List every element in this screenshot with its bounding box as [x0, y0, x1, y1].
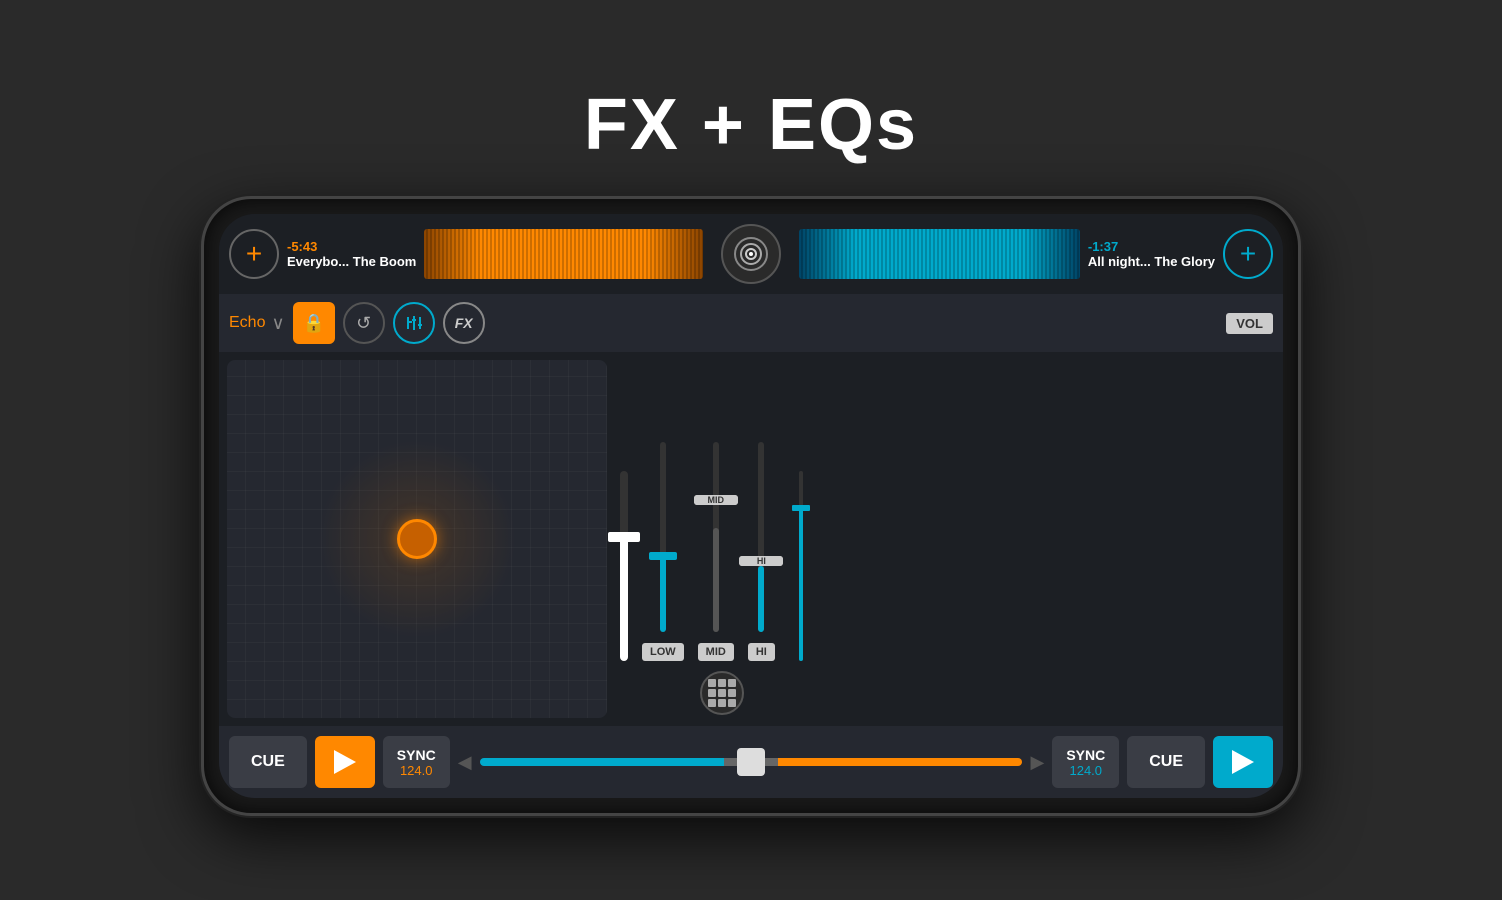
page-title: FX + EQs: [584, 84, 918, 166]
crossfader-handle[interactable]: [737, 748, 765, 776]
crossfader-main-fader[interactable]: [620, 471, 628, 661]
sync-left-bpm: 124.0: [400, 763, 433, 778]
cue-left-button[interactable]: CUE: [229, 736, 307, 788]
fx-name-label: Echo: [229, 314, 265, 332]
bottom-bar: CUE SYNC 124.0 ◀ ▶ SYNC 124.0 CUE: [219, 726, 1283, 798]
low-label: LOW: [642, 643, 684, 661]
main-fader-handle[interactable]: [608, 532, 640, 542]
deck-left-info: -5:43 Everybo... The Boom: [287, 239, 416, 269]
mid-label: MID: [698, 643, 734, 661]
fx-pad-dot[interactable]: [397, 519, 437, 559]
play-right-icon: [1232, 750, 1254, 774]
mid-fader-fill: [713, 528, 719, 633]
crossfader-arrow-left-icon: ◀: [458, 752, 472, 773]
add-right-icon: +: [1240, 238, 1256, 270]
deck-right-time: -1:37: [1088, 239, 1215, 254]
deck-right: -1:37 All night... The Glory: [791, 229, 1223, 279]
add-right-button[interactable]: +: [1223, 229, 1273, 279]
fx-pad[interactable]: [227, 360, 607, 718]
sync-right-button[interactable]: SYNC 124.0: [1052, 736, 1119, 788]
lock-button[interactable]: 🔒: [293, 302, 335, 344]
hi-fader-track: HI: [758, 442, 764, 632]
equalizer-button[interactable]: [393, 302, 435, 344]
faders-area: LOW MID MID HI HI: [620, 357, 1278, 671]
crossfader-arrow-right-icon: ▶: [1030, 752, 1044, 773]
main-fader-fill: [620, 538, 628, 662]
main-area: LOW MID MID HI HI: [219, 352, 1283, 726]
lock-icon: 🔒: [302, 313, 324, 334]
fx-button[interactable]: FX: [443, 302, 485, 344]
add-left-button[interactable]: +: [229, 229, 279, 279]
main-fader-track: [620, 471, 628, 661]
device-wrapper: + -5:43 Everybo... The Boom: [201, 196, 1301, 816]
fx-name-button[interactable]: Echo ∨: [229, 313, 285, 334]
sync-left-button[interactable]: SYNC 124.0: [383, 736, 450, 788]
crossfader-track[interactable]: [480, 758, 1023, 766]
top-bar: + -5:43 Everybo... The Boom: [219, 214, 1283, 294]
vol-fader-track: [799, 471, 803, 661]
waveform-left[interactable]: [424, 229, 703, 279]
low-fader-handle[interactable]: [649, 552, 677, 560]
deck-left-track: Everybo... The Boom: [287, 254, 416, 269]
fx-label: FX: [455, 315, 473, 331]
fx-dropdown-icon: ∨: [271, 313, 284, 334]
center-logo[interactable]: [721, 224, 781, 284]
mid-fader-handle[interactable]: MID: [694, 495, 738, 505]
low-fader-track: [660, 442, 666, 632]
device-screen: + -5:43 Everybo... The Boom: [219, 214, 1283, 798]
play-left-icon: [334, 750, 356, 774]
vol-fader-container[interactable]: [799, 471, 803, 661]
cue-right-button[interactable]: CUE: [1127, 736, 1205, 788]
low-fader-container[interactable]: LOW: [642, 442, 684, 661]
mid-fader-track: MID: [713, 442, 719, 632]
play-left-button[interactable]: [315, 736, 375, 788]
sync-right-label: SYNC: [1066, 747, 1105, 763]
logo-icon: [733, 236, 769, 272]
deck-right-track: All night... The Glory: [1088, 254, 1215, 269]
add-left-icon: +: [246, 238, 262, 270]
vol-label: VOL: [1226, 313, 1273, 334]
controls-bar: Echo ∨ 🔒 ↺ FX: [219, 294, 1283, 352]
waveform-right[interactable]: [799, 229, 1080, 279]
grid-icon: [708, 679, 736, 707]
equalizer-icon: [404, 313, 424, 333]
hi-label: HI: [748, 643, 775, 661]
vol-fader-handle[interactable]: [792, 505, 810, 511]
grid-btn-area: [700, 671, 1278, 726]
grid-button[interactable]: [700, 671, 744, 715]
mixer-panel: LOW MID MID HI HI: [615, 352, 1283, 726]
crossfader-container: ◀ ▶: [458, 752, 1045, 773]
reset-icon: ↺: [356, 313, 371, 334]
sync-left-label: SYNC: [397, 747, 436, 763]
deck-left-time: -5:43: [287, 239, 416, 254]
vol-fader-fill: [799, 509, 803, 661]
reset-button[interactable]: ↺: [343, 302, 385, 344]
low-fader-fill: [660, 556, 666, 632]
play-right-button[interactable]: [1213, 736, 1273, 788]
hi-fader-handle[interactable]: HI: [739, 556, 783, 566]
deck-left: -5:43 Everybo... The Boom: [279, 229, 711, 279]
mid-fader-container[interactable]: MID MID: [698, 442, 734, 661]
sync-right-bpm: 124.0: [1069, 763, 1102, 778]
hi-fader-container[interactable]: HI HI: [748, 442, 775, 661]
deck-right-info: -1:37 All night... The Glory: [1088, 239, 1215, 269]
